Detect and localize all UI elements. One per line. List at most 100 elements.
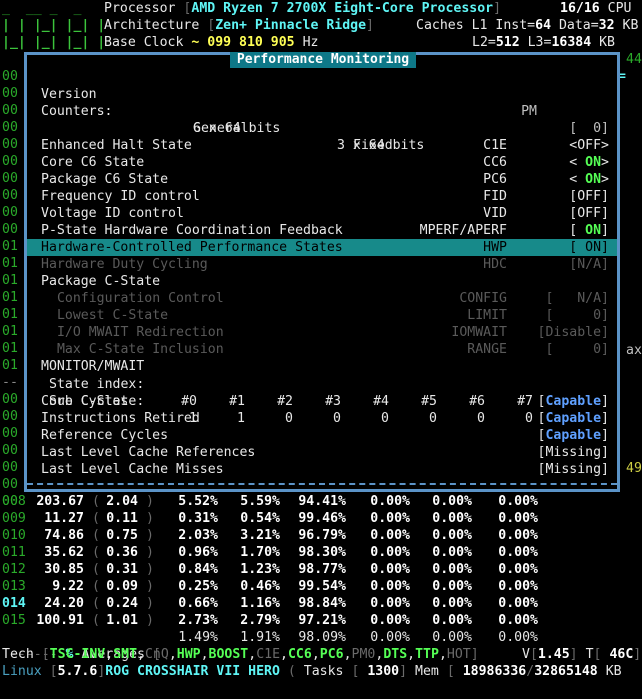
feature-code: HDC: [483, 257, 507, 272]
tasks-label: Tasks: [303, 664, 344, 679]
paren-open: (: [92, 494, 100, 509]
capability-bracket: [Missing]: [537, 445, 609, 460]
freq-logo-line2: | | |_| |_| |: [2, 18, 106, 33]
core-c0: 2.03%: [178, 528, 218, 543]
capability-row[interactable]: Last Level Cache Misses [Missing]: [27, 461, 617, 478]
capability-row[interactable]: Last Level Cache References [Missing]: [27, 444, 617, 461]
freq-logo: _ __ _ _: [2, 1, 90, 16]
performance-monitoring-window[interactable]: Performance Monitoring Version PM [ 0] C…: [24, 52, 620, 492]
core-c6: 0.00%: [370, 613, 410, 628]
core-c6: 0.00%: [370, 545, 410, 560]
gutter-cell: 00: [2, 120, 18, 135]
gutter-cell: 01: [2, 358, 18, 373]
core-pkg: 0.00%: [498, 545, 538, 560]
t-label: T: [585, 647, 594, 662]
l3-value: 16384: [551, 35, 592, 50]
sub-cstate-row: Sub C-State: 11000000: [27, 376, 617, 426]
capability-label: Last Level Cache References: [41, 445, 256, 460]
feature-code: IOMWAIT: [451, 325, 507, 340]
feature-value-on: ON: [577, 223, 602, 238]
feature-row[interactable]: Max C-State Inclusion RANGE [ 0]: [27, 341, 617, 358]
feature-label: P-State Hardware Coordination Feedback: [41, 223, 343, 238]
feature-value: [ ON]: [569, 223, 609, 238]
core-ratio: 0.09: [106, 579, 138, 594]
gutter-cell: 01: [2, 324, 18, 339]
mem-kb: KB: [605, 664, 622, 679]
feature-row[interactable]: Core C6 State CC6 < ON>: [27, 154, 617, 171]
feature-row[interactable]: Voltage ID control VID [OFF]: [27, 205, 617, 222]
capability-row[interactable]: Reference Cycles [Capable]: [27, 427, 617, 444]
tech-flag: PC6: [319, 647, 344, 662]
paren-open: (: [92, 562, 100, 577]
core-c6: 0.00%: [370, 528, 410, 543]
tech-flag: CC6: [287, 647, 312, 662]
feature-row[interactable]: Lowest C-State LIMIT [ 0]: [27, 307, 617, 324]
t-value: 46C: [609, 647, 634, 662]
tech-flag: C1E: [256, 647, 281, 662]
feature-row[interactable]: I/O MWAIT Redirection IOMWAIT [Disable]: [27, 324, 617, 341]
core-c1: 5.59%: [240, 494, 280, 509]
avg-a: 1.49%: [178, 630, 218, 645]
paren-close: ): [146, 545, 154, 560]
core-c6: 0.00%: [370, 562, 410, 577]
gutter-cell: 00: [2, 137, 18, 152]
processor-row: Processor [AMD Ryzen 7 2700X Eight-Core …: [104, 1, 502, 16]
feature-label: I/O MWAIT Redirection: [49, 325, 224, 340]
tech-row: Tech [TSC-INV,SMT,CnQ,HWP,BOOST,C1E,CC6,…: [2, 647, 479, 662]
l1-data-label: Data=: [558, 18, 599, 33]
feature-row[interactable]: Hardware Duty Cycling HDC [N/A]: [27, 256, 617, 273]
feature-label: Frequency ID control: [41, 189, 200, 204]
gutter-cell: 00: [2, 69, 18, 84]
tasks-count: 1300: [367, 664, 400, 679]
core-freq: 11.27: [44, 511, 84, 526]
feature-row[interactable]: Frequency ID control FID [OFF]: [27, 188, 617, 205]
core-ratio: 0.75: [106, 528, 138, 543]
paren-close: ): [146, 511, 154, 526]
version-row[interactable]: Version PM [ 0]: [27, 69, 617, 136]
version-value: [ 0]: [569, 121, 609, 136]
architecture-row: Architecture [Zen+ Pinnacle Ridge]: [104, 18, 374, 33]
kb-unit-2: KB: [599, 35, 615, 50]
feature-row[interactable]: P-State Hardware Coordination Feedback MP…: [27, 222, 617, 239]
feature-row[interactable]: Package C6 State PC6 < ON>: [27, 171, 617, 188]
core-id: 009: [2, 511, 26, 526]
feature-label: Hardware Duty Cycling: [41, 257, 208, 272]
feature-row[interactable]: Configuration Control CONFIG [ N/A]: [27, 290, 617, 307]
feature-value-on: ON: [577, 172, 602, 187]
feature-label: Max C-State Inclusion: [49, 342, 224, 357]
core-freq: 30.85: [44, 562, 84, 577]
core-c7: 0.00%: [432, 528, 472, 543]
feature-label: Core C6 State: [41, 155, 145, 170]
capability-label: Last Level Cache Misses: [41, 462, 224, 477]
core-pkg: 0.00%: [498, 596, 538, 611]
freq-logo-line3: |_| |_| |_| |: [2, 35, 106, 50]
feature-code: CC6: [483, 155, 507, 170]
capability-row[interactable]: Instructions Retired [Capable]: [27, 410, 617, 427]
feature-value: [ N/A]: [545, 291, 609, 306]
capability-row[interactable]: Core Cycles [Capable]: [27, 393, 617, 410]
gutter-cell: 00: [2, 171, 18, 186]
gutter-cell: 00: [2, 205, 18, 220]
feature-value: < ON>: [569, 172, 609, 187]
core-c6: 0.00%: [370, 494, 410, 509]
core-ratio: 2.04: [106, 494, 138, 509]
core-id: 014: [2, 596, 26, 611]
general-value: 6 x 64 bits: [193, 121, 281, 136]
core-pkg: 0.00%: [498, 528, 538, 543]
core-c3: 99.46%: [298, 511, 346, 526]
core-c3: 94.41%: [298, 494, 346, 509]
tech-flag: SMT: [113, 647, 138, 662]
feature-code: HWP: [483, 240, 507, 255]
right-fragment: 44: [626, 52, 642, 67]
gutter-cell: 00: [2, 103, 18, 118]
feature-label: Package C6 State: [41, 172, 169, 187]
core-id: 013: [2, 579, 26, 594]
feature-row[interactable]: Hardware-Controlled Performance States HW…: [27, 239, 617, 256]
feature-label: Voltage ID control: [41, 206, 184, 221]
l2-label: L2=: [472, 35, 496, 50]
feature-row[interactable]: Package C-State: [27, 273, 617, 290]
paren-close: ): [146, 528, 154, 543]
core-c7: 0.00%: [432, 596, 472, 611]
processor-label: Processor: [104, 1, 176, 16]
feature-row[interactable]: Enhanced Halt State C1E <OFF>: [27, 137, 617, 154]
